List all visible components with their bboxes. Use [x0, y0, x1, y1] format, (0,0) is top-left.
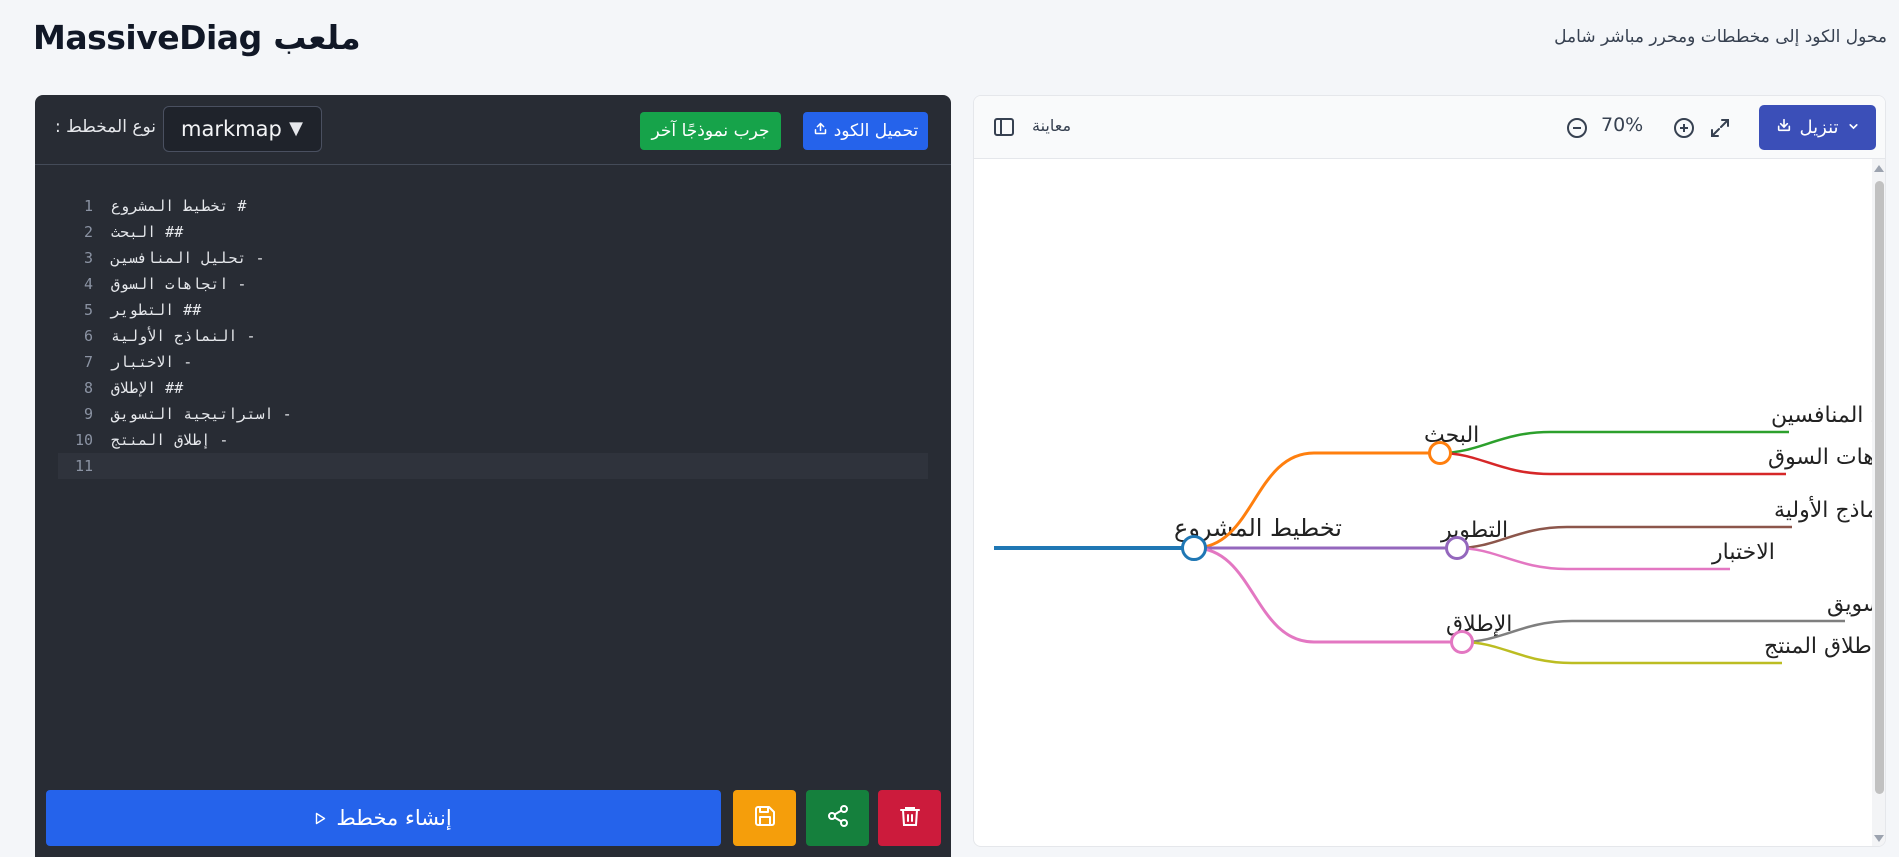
- line-text: - استراتيجية التسويق: [111, 405, 292, 423]
- line-text: - تحليل المنافسين: [111, 249, 265, 267]
- line-text: - الاختبار: [111, 353, 193, 371]
- editor-toolbar: نوع المخطط : markmap ▼ جرب نموذجًا آخر ت…: [35, 95, 951, 165]
- line-text: # تخطيط المشروع: [111, 197, 247, 215]
- scroll-up-icon[interactable]: [1874, 165, 1884, 172]
- zoom-in-icon[interactable]: [1672, 116, 1696, 144]
- page-subtitle: محول الكود إلى مخططات ومحرر مباشر شامل: [1554, 27, 1887, 47]
- app-header: ملعب MassiveDiag محول الكود إلى مخططات و…: [0, 0, 1899, 80]
- mindmap-child-label: النماذج الأولية: [1774, 496, 1886, 523]
- preview-label: معاينة: [1032, 116, 1072, 135]
- chevron-down-icon: [1847, 117, 1860, 138]
- download-label: تنزيل: [1799, 117, 1839, 138]
- line-text: ## التطوير: [111, 301, 202, 319]
- fullscreen-icon[interactable]: [1708, 116, 1732, 144]
- line-number: 7: [83, 353, 93, 371]
- mindmap-svg: تخطيط المشروعالبحثتحليل المنافسيناتجاهات…: [994, 403, 1886, 665]
- line-text: - إطلاق المنتج: [111, 431, 229, 449]
- diagram-type-label: نوع المخطط :: [55, 117, 156, 137]
- caret-down-icon: ▼: [289, 118, 303, 139]
- preview-scrollbar[interactable]: [1872, 159, 1885, 846]
- try-example-button[interactable]: جرب نموذجًا آخر: [640, 112, 781, 150]
- line-text: - النماذج الأولية: [111, 327, 256, 345]
- code-line[interactable]: 10 - إطلاق المنتج: [58, 427, 928, 453]
- code-line[interactable]: 2 ## البحث: [58, 219, 928, 245]
- mindmap-branch-node[interactable]: [1428, 441, 1452, 465]
- code-line[interactable]: 9 - استراتيجية التسويق: [58, 401, 928, 427]
- line-text: ## الإطلاق: [111, 379, 184, 397]
- code-area[interactable]: 1 # تخطيط المشروع 2 ## البحث 3 - تحليل المناف…: [58, 193, 928, 479]
- mindmap-branch-node[interactable]: [1450, 630, 1474, 654]
- scroll-thumb[interactable]: [1875, 181, 1884, 794]
- line-number: 8: [83, 379, 93, 397]
- generate-diagram-button[interactable]: إنشاء مخطط: [46, 790, 721, 846]
- line-text: ## البحث: [111, 223, 184, 241]
- line-number: 4: [83, 275, 93, 293]
- save-icon: [753, 804, 777, 832]
- line-number: 3: [83, 249, 93, 267]
- page-title: ملعب MassiveDiag: [33, 18, 361, 57]
- delete-button[interactable]: [878, 790, 941, 846]
- line-number: 2: [83, 223, 93, 241]
- line-number: 11: [74, 457, 93, 475]
- code-line[interactable]: 4 - اتجاهات السوق: [58, 271, 928, 297]
- mindmap-child-link: [1461, 640, 1782, 665]
- code-line[interactable]: 1 # تخطيط المشروع: [58, 193, 928, 219]
- mindmap-branch-link: [1193, 546, 1462, 644]
- zoom-level: 70%: [1601, 114, 1644, 136]
- upload-code-button[interactable]: تحميل الكود: [803, 112, 928, 150]
- code-line[interactable]: 6 - النماذج الأولية: [58, 323, 928, 349]
- mindmap-child-label: تحليل المنافسين: [1771, 403, 1886, 428]
- generate-label: إنشاء مخطط: [336, 806, 452, 830]
- scroll-down-icon[interactable]: [1874, 835, 1884, 842]
- play-icon: [315, 806, 326, 830]
- line-number: 10: [74, 431, 93, 449]
- mindmap-child-label: إطلاق المنتج: [1764, 634, 1878, 659]
- editor-actions: إنشاء مخطط: [46, 790, 941, 846]
- code-line[interactable]: 8 ## الإطلاق: [58, 375, 928, 401]
- code-line[interactable]: 3 - تحليل المنافسين: [58, 245, 928, 271]
- line-number: 5: [83, 301, 93, 319]
- line-number: 1: [83, 197, 93, 215]
- mindmap-child-link: [1439, 451, 1786, 476]
- download-button[interactable]: تنزيل: [1759, 105, 1876, 150]
- mindmap-root-node[interactable]: [1181, 535, 1207, 561]
- code-line[interactable]: 5 ## التطوير: [58, 297, 928, 323]
- zoom-out-icon[interactable]: [1565, 116, 1589, 144]
- code-editor-panel: نوع المخطط : markmap ▼ جرب نموذجًا آخر ت…: [35, 95, 951, 857]
- share-icon: [826, 804, 850, 832]
- share-button[interactable]: [806, 790, 869, 846]
- upload-label: تحميل الكود: [833, 121, 919, 141]
- line-number: 9: [83, 405, 93, 423]
- line-text: - اتجاهات السوق: [111, 275, 247, 293]
- mindmap-child-link: [1456, 546, 1730, 571]
- save-button[interactable]: [733, 790, 796, 846]
- download-icon: [1776, 117, 1792, 138]
- mindmap-child-label: اتجاهات السوق: [1768, 445, 1886, 470]
- mindmap-branch-node[interactable]: [1445, 536, 1469, 560]
- mindmap-child-link: [1439, 430, 1789, 455]
- sidebar-toggle-icon[interactable]: [992, 115, 1016, 143]
- code-line[interactable]: 7 - الاختبار: [58, 349, 928, 375]
- code-line[interactable]: 11: [58, 453, 928, 479]
- preview-panel: معاينة 70% تنزيل تخطيط المشروعالبحثتحليل…: [973, 95, 1886, 847]
- try-example-label: جرب نموذجًا آخر: [651, 121, 770, 141]
- mindmap-canvas[interactable]: تخطيط المشروعالبحثتحليل المنافسيناتجاهات…: [974, 159, 1886, 846]
- diagram-type-value: markmap: [181, 117, 282, 141]
- upload-icon: [813, 121, 828, 141]
- diagram-type-select[interactable]: markmap ▼: [163, 106, 322, 152]
- line-number: 6: [83, 327, 93, 345]
- preview-toolbar: معاينة 70% تنزيل: [974, 96, 1885, 159]
- trash-icon: [898, 804, 922, 832]
- mindmap-child-label: الاختبار: [1711, 540, 1775, 565]
